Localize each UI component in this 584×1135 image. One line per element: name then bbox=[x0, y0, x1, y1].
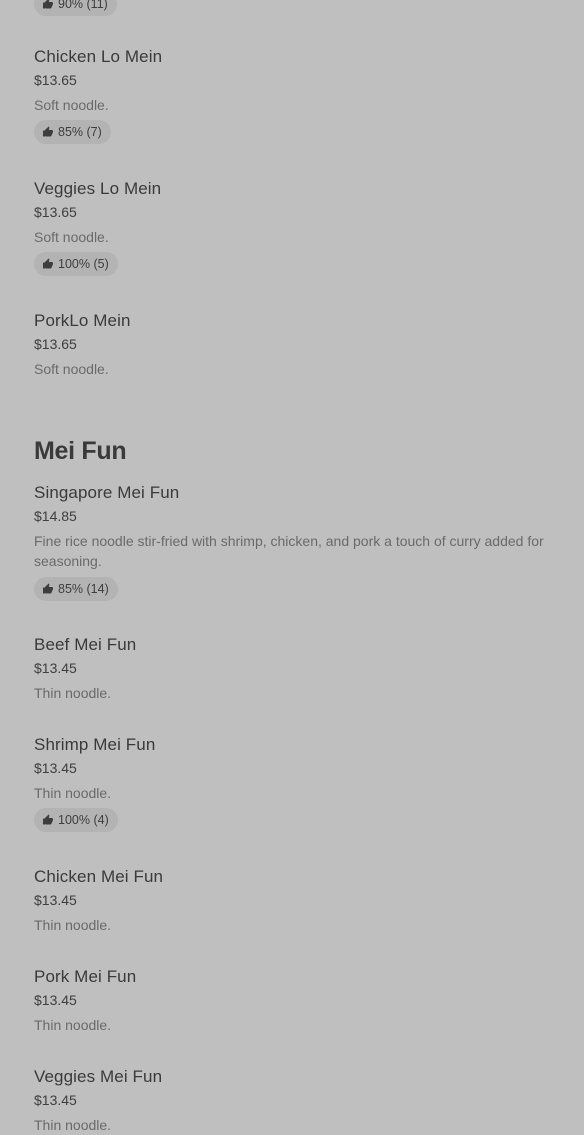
rating-count: (11) bbox=[86, 0, 108, 11]
rating-badge: 100% (5) bbox=[34, 252, 118, 276]
item-price: $13.45 bbox=[34, 992, 77, 1008]
item-description: Fine rice noodle stir-fried with shrimp,… bbox=[34, 533, 544, 569]
menu-item[interactable]: Chicken Mei Fun $13.45 Thin noodle. bbox=[34, 866, 566, 935]
rating-badge: 90% (11) bbox=[34, 0, 117, 16]
item-name: Chicken Mei Fun bbox=[34, 867, 164, 886]
thumbs-up-icon bbox=[43, 0, 53, 9]
item-name: Beef Mei Fun bbox=[34, 635, 137, 654]
rating-badge: 100% (4) bbox=[34, 808, 118, 832]
item-description: Thin noodle. bbox=[34, 685, 112, 701]
item-description: Thin noodle. bbox=[34, 1017, 112, 1033]
item-description: Soft noodle. bbox=[34, 229, 109, 245]
item-name: Singapore Mei Fun bbox=[34, 483, 180, 502]
item-price: $13.65 bbox=[34, 72, 77, 88]
rating-badge: 85% (7) bbox=[34, 120, 111, 144]
item-price: $13.45 bbox=[34, 1092, 77, 1108]
rating-count: (14) bbox=[86, 582, 109, 596]
menu-item[interactable]: Veggies Mei Fun $13.45 Thin noodle. bbox=[34, 1066, 566, 1135]
item-name: Pork Mei Fun bbox=[34, 967, 137, 986]
item-name: Chicken Lo Mein bbox=[34, 47, 163, 66]
thumbs-up-icon bbox=[43, 126, 53, 137]
thumbs-up-icon bbox=[43, 583, 53, 594]
menu-item[interactable]: Pork Mei Fun $13.45 Thin noodle. bbox=[34, 966, 566, 1035]
item-description: Thin noodle. bbox=[34, 1117, 112, 1133]
item-price: $14.85 bbox=[34, 508, 77, 524]
menu-item[interactable]: Veggies Lo Mein $13.65 Soft noodle. 100%… bbox=[34, 178, 566, 276]
item-price: $13.45 bbox=[34, 660, 77, 676]
menu-item[interactable]: Beef Mei Fun $13.45 Thin noodle. bbox=[34, 634, 566, 703]
item-name: Shrimp Mei Fun bbox=[34, 735, 156, 754]
rating-percent: 100% bbox=[58, 257, 90, 271]
rating-count: (7) bbox=[86, 125, 102, 139]
item-name: Veggies Lo Mein bbox=[34, 179, 162, 198]
rating-percent: 85% bbox=[58, 125, 84, 139]
menu-item[interactable]: Singapore Mei Fun $14.85 Fine rice noodl… bbox=[34, 482, 566, 601]
item-description: Soft noodle. bbox=[34, 97, 109, 113]
item-price: $13.45 bbox=[34, 760, 77, 776]
item-price: $13.45 bbox=[34, 892, 77, 908]
rating-percent: 85% bbox=[58, 582, 84, 596]
menu-item[interactable]: Shrimp Mei Fun $13.45 Thin noodle. 100% … bbox=[34, 734, 566, 832]
item-description: Soft noodle. bbox=[34, 361, 109, 377]
rating-percent: 100% bbox=[58, 813, 90, 827]
rating-percent: 90% bbox=[58, 0, 84, 11]
item-name: Veggies Mei Fun bbox=[34, 1067, 163, 1086]
menu-page: 90% (11) Chicken Lo Mein $13.65 Soft noo… bbox=[0, 0, 584, 1135]
item-name: PorkLo Mein bbox=[34, 311, 131, 330]
rating-count: (4) bbox=[93, 813, 109, 827]
thumbs-up-icon bbox=[43, 814, 53, 825]
rating-count: (5) bbox=[93, 257, 109, 271]
item-price: $13.65 bbox=[34, 204, 77, 220]
thumbs-up-icon bbox=[43, 258, 53, 269]
menu-item[interactable]: PorkLo Mein $13.65 Soft noodle. bbox=[34, 310, 566, 379]
item-price: $13.65 bbox=[34, 336, 77, 352]
section-title: Mei Fun bbox=[34, 437, 127, 465]
item-description: Thin noodle. bbox=[34, 785, 112, 801]
rating-badge: 85% (14) bbox=[34, 577, 118, 601]
menu-item[interactable]: Chicken Lo Mein $13.65 Soft noodle. 85% … bbox=[34, 46, 566, 144]
item-description: Thin noodle. bbox=[34, 917, 112, 933]
